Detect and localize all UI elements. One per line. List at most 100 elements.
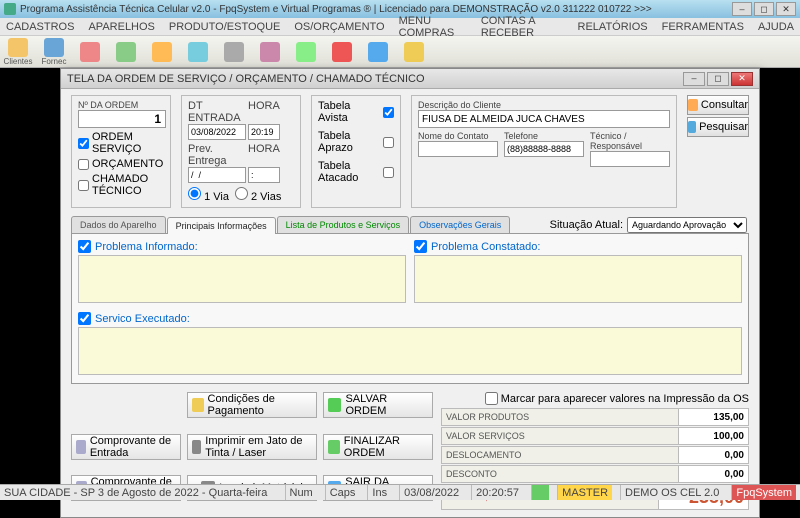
close-button[interactable]: ✕	[776, 2, 796, 16]
menu-relatorios[interactable]: RELATÓRIOS	[578, 21, 648, 33]
app-icon	[4, 3, 16, 15]
chk-informado[interactable]	[78, 240, 91, 253]
client-group: Descrição do Cliente Nome do Contato Tel…	[411, 95, 677, 208]
toolbar-t10[interactable]	[328, 38, 356, 66]
payment-icon	[192, 398, 204, 412]
tab-obs[interactable]: Observações Gerais	[410, 216, 510, 233]
toolbar-t9[interactable]	[292, 38, 320, 66]
order-num-label: Nº DA ORDEM	[78, 100, 164, 110]
menu-ajuda[interactable]: AJUDA	[758, 21, 794, 33]
tab-lista[interactable]: Lista de Produtos e Serviços	[277, 216, 410, 233]
executado-textarea[interactable]	[78, 327, 742, 375]
toolbar-fornec[interactable]: Fornec	[40, 38, 68, 66]
t5-icon	[152, 42, 172, 62]
menu-cadastros[interactable]: CADASTROS	[6, 21, 74, 33]
toolbar-t6[interactable]	[184, 38, 212, 66]
fornec-icon	[44, 38, 64, 57]
dialog-maximize[interactable]: ◻	[707, 72, 729, 86]
chk-marcar[interactable]	[485, 392, 498, 405]
toolbar-t8[interactable]	[256, 38, 284, 66]
tab-dados[interactable]: Dados do Aparelho	[71, 216, 166, 233]
order-num-input[interactable]	[78, 110, 166, 128]
chk-os[interactable]	[78, 138, 89, 149]
finalizar-button[interactable]: FINALIZAR ORDEM	[323, 434, 433, 460]
t11-icon	[368, 42, 388, 62]
radio-2vias[interactable]	[235, 187, 248, 200]
t4-icon	[116, 42, 136, 62]
entrada-date[interactable]	[188, 124, 246, 140]
status-db: DEMO OS CEL 2.0	[620, 485, 723, 500]
dialog-minimize[interactable]: –	[683, 72, 705, 86]
app-title: Programa Assistência Técnica Celular v2.…	[20, 4, 732, 15]
chk-constatado[interactable]	[414, 240, 427, 253]
chk-orc[interactable]	[78, 159, 89, 170]
chk-atacado[interactable]	[383, 167, 394, 178]
minimize-button[interactable]: –	[732, 2, 752, 16]
t6-icon	[188, 42, 208, 62]
status-green	[531, 485, 549, 500]
total-row: DESLOCAMENTO0,00	[441, 446, 749, 464]
radio-1via[interactable]	[188, 187, 201, 200]
menu-aparelhos[interactable]: APARELHOS	[88, 21, 154, 33]
informado-textarea[interactable]	[78, 255, 406, 303]
status-num: Num	[285, 485, 317, 500]
t3-icon	[80, 42, 100, 62]
toolbar-t4[interactable]	[112, 38, 140, 66]
total-row: VALOR PRODUTOS135,00	[441, 408, 749, 426]
salvar-button[interactable]: SALVAR ORDEM	[323, 392, 433, 418]
toolbar-t7[interactable]	[220, 38, 248, 66]
prev-date[interactable]	[188, 167, 246, 183]
dialog-close[interactable]: ✕	[731, 72, 753, 86]
menu-produto[interactable]: PRODUTO/ESTOQUE	[169, 21, 280, 33]
dialog-titlebar: TELA DA ORDEM DE SERVIÇO / ORÇAMENTO / C…	[61, 69, 759, 89]
toolbar-t12[interactable]	[400, 38, 428, 66]
consultar-button[interactable]: Consultar	[687, 95, 749, 115]
t12-icon	[404, 42, 424, 62]
chk-aprazo[interactable]	[383, 137, 394, 148]
status-left: SUA CIDADE - SP 3 de Agosto de 2022 - Qu…	[4, 487, 267, 499]
t7-icon	[224, 42, 244, 62]
table-group: Tabela Avista Tabela Aprazo Tabela Ataca…	[311, 95, 401, 208]
clientes-icon	[8, 38, 28, 57]
tab-content: Problema Informado: Problema Constatado:…	[71, 234, 749, 384]
chk-executado[interactable]	[78, 312, 91, 325]
constatado-textarea[interactable]	[414, 255, 742, 303]
toolbar: Clientes Fornec	[0, 36, 800, 68]
menu-compras[interactable]: MENU COMPRAS	[399, 15, 467, 39]
prev-hora[interactable]	[248, 167, 280, 183]
t9-icon	[296, 42, 316, 62]
impr-jato-button[interactable]: Imprimir em Jato de Tinta / Laser	[187, 434, 317, 460]
toolbar-t3[interactable]	[76, 38, 104, 66]
status-brand: FpqSystem	[731, 485, 796, 500]
toolbar-t5[interactable]	[148, 38, 176, 66]
order-group: Nº DA ORDEM ORDEM SERVIÇO ORÇAMENTO CHAM…	[71, 95, 171, 208]
menu-ferramentas[interactable]: FERRAMENTAS	[662, 21, 744, 33]
client-desc-input[interactable]	[418, 110, 670, 128]
finish-icon	[328, 440, 340, 454]
printer-icon	[192, 440, 201, 454]
check-icon	[328, 398, 341, 412]
t10-icon	[332, 42, 352, 62]
status-caps: Caps	[325, 485, 360, 500]
find-icon	[688, 121, 696, 133]
cond-pagamento-button[interactable]: Condições de Pagamento	[187, 392, 317, 418]
status-select[interactable]: Aguardando Aprovação	[627, 217, 747, 233]
entrada-hora[interactable]	[248, 124, 280, 140]
tab-principais[interactable]: Principais Informações	[167, 217, 276, 234]
t8-icon	[260, 42, 280, 62]
menu-contas[interactable]: CONTAS A RECEBER	[481, 15, 564, 39]
resp-input[interactable]	[590, 151, 670, 167]
toolbar-t11[interactable]	[364, 38, 392, 66]
status-date: 03/08/2022	[399, 485, 463, 500]
pesquisar-button[interactable]: Pesquisar	[687, 117, 749, 137]
toolbar-clientes[interactable]: Clientes	[4, 38, 32, 66]
tabs: Dados do Aparelho Principais Informações…	[71, 214, 749, 234]
contato-input[interactable]	[418, 141, 498, 157]
menu-os[interactable]: OS/ORÇAMENTO	[294, 21, 384, 33]
tel-input[interactable]	[504, 141, 584, 157]
chk-avista[interactable]	[383, 107, 394, 118]
search-icon	[688, 99, 698, 111]
chk-ct[interactable]	[78, 180, 89, 191]
maximize-button[interactable]: ◻	[754, 2, 774, 16]
comp-entrada-button[interactable]: Comprovante de Entrada	[71, 434, 181, 460]
